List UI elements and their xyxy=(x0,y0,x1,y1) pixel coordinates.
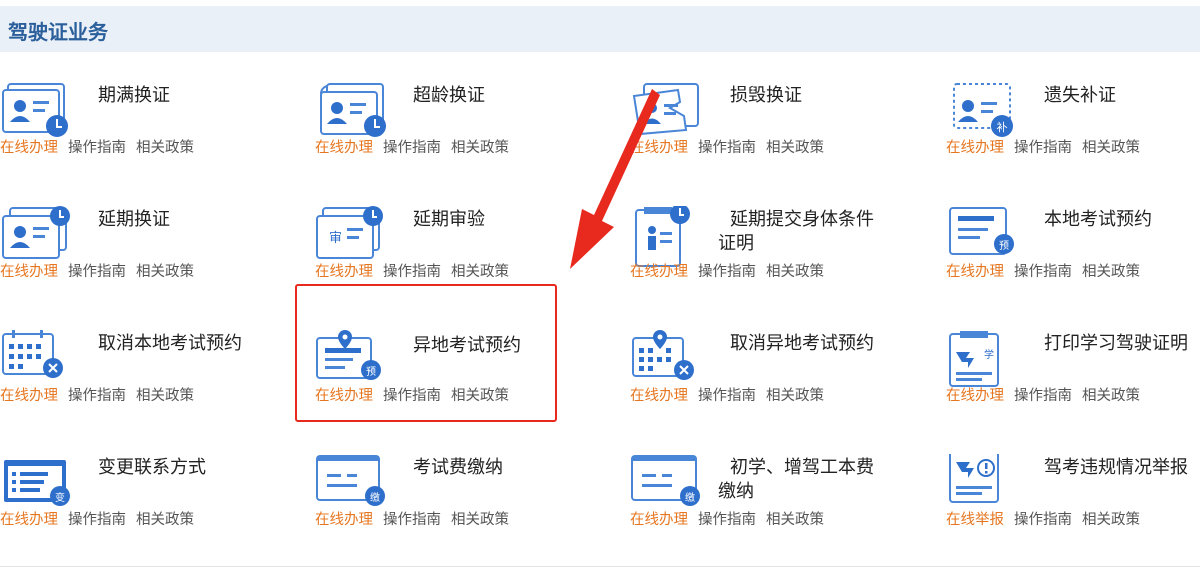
service-name-line1: 初学、增驾工本费 xyxy=(730,457,874,478)
guide-link[interactable]: 操作指南 xyxy=(383,508,441,529)
policy-link[interactable]: 相关政策 xyxy=(451,136,509,157)
service-name-line1: 延期提交身体条件 xyxy=(730,209,874,230)
service-name: 延期换证 xyxy=(98,209,170,230)
guide-link[interactable]: 操作指南 xyxy=(698,136,756,157)
policy-link[interactable]: 相关政策 xyxy=(1082,260,1140,281)
policy-link[interactable]: 相关政策 xyxy=(136,260,194,281)
service-name: 初学、增驾工本费 缴纳 xyxy=(718,456,918,504)
service-item-cancel-local-exam[interactable]: 取消本地考试预约 在线办理 操作指南 相关政策 xyxy=(0,328,300,438)
highlight-box xyxy=(295,284,557,422)
guide-link[interactable]: 操作指南 xyxy=(1014,384,1072,405)
service-name: 驾考违规情况举报 xyxy=(1044,457,1188,478)
svg-text:变: 变 xyxy=(55,491,65,504)
guide-link[interactable]: 操作指南 xyxy=(1014,508,1072,529)
policy-link[interactable]: 相关政策 xyxy=(1082,384,1140,405)
online-apply-link[interactable]: 在线办理 xyxy=(946,260,1004,281)
guide-link[interactable]: 操作指南 xyxy=(383,136,441,157)
online-report-link[interactable]: 在线举报 xyxy=(946,508,1004,529)
service-item-delay-renewal[interactable]: 延期换证 在线办理 操作指南 相关政策 xyxy=(0,204,300,314)
service-name: 取消异地考试预约 xyxy=(730,333,874,354)
service-name: 损毁换证 xyxy=(730,85,802,106)
service-item-exam-fee[interactable]: 缴 考试费缴纳 在线办理 操作指南 相关政策 xyxy=(315,452,615,562)
svg-text:补: 补 xyxy=(997,121,1008,134)
service-name: 变更联系方式 xyxy=(98,457,206,478)
guide-link[interactable]: 操作指南 xyxy=(68,260,126,281)
guide-link[interactable]: 操作指南 xyxy=(1014,136,1072,157)
policy-link[interactable]: 相关政策 xyxy=(136,508,194,529)
service-name: 本地考试预约 xyxy=(1044,209,1152,230)
service-name: 期满换证 xyxy=(98,85,170,106)
online-apply-link[interactable]: 在线办理 xyxy=(315,136,373,157)
policy-link[interactable]: 相关政策 xyxy=(766,384,824,405)
policy-link[interactable]: 相关政策 xyxy=(766,136,824,157)
policy-link[interactable]: 相关政策 xyxy=(766,260,824,281)
service-item-print-learner-cert[interactable]: 学 打印学习驾驶证明 在线办理 操作指南 相关政策 xyxy=(946,328,1200,438)
online-apply-link[interactable]: 在线办理 xyxy=(946,384,1004,405)
online-apply-link[interactable]: 在线办理 xyxy=(0,384,58,405)
guide-link[interactable]: 操作指南 xyxy=(68,384,126,405)
svg-text:学: 学 xyxy=(984,348,994,361)
online-apply-link[interactable]: 在线办理 xyxy=(0,508,58,529)
service-name-line2: 证明 xyxy=(718,233,754,254)
svg-text:预: 预 xyxy=(999,240,1009,252)
online-apply-link[interactable]: 在线办理 xyxy=(0,136,58,157)
policy-link[interactable]: 相关政策 xyxy=(136,384,194,405)
svg-text:缴: 缴 xyxy=(370,491,380,504)
policy-link[interactable]: 相关政策 xyxy=(766,508,824,529)
guide-link[interactable]: 操作指南 xyxy=(698,508,756,529)
policy-link[interactable]: 相关政策 xyxy=(136,136,194,157)
policy-link[interactable]: 相关政策 xyxy=(451,508,509,529)
guide-link[interactable]: 操作指南 xyxy=(383,260,441,281)
guide-link[interactable]: 操作指南 xyxy=(1014,260,1072,281)
svg-text:审: 审 xyxy=(329,231,342,246)
online-apply-link[interactable]: 在线办理 xyxy=(315,508,373,529)
guide-link[interactable]: 操作指南 xyxy=(68,508,126,529)
svg-text:缴: 缴 xyxy=(685,491,695,504)
online-apply-link[interactable]: 在线办理 xyxy=(315,260,373,281)
service-item-local-exam-booking[interactable]: 预 本地考试预约 在线办理 操作指南 相关政策 xyxy=(946,204,1200,314)
service-name: 打印学习驾驶证明 xyxy=(1044,333,1188,354)
service-name: 延期审验 xyxy=(413,209,485,230)
policy-link[interactable]: 相关政策 xyxy=(1082,136,1140,157)
divider xyxy=(0,566,1200,567)
policy-link[interactable]: 相关政策 xyxy=(451,260,509,281)
service-item-change-contact[interactable]: 变 变更联系方式 在线办理 操作指南 相关政策 xyxy=(0,452,300,562)
service-item-expiry-renewal[interactable]: 期满换证 在线办理 操作指南 相关政策 xyxy=(0,80,300,190)
service-name: 延期提交身体条件 证明 xyxy=(718,208,918,256)
online-apply-link[interactable]: 在线办理 xyxy=(630,508,688,529)
guide-link[interactable]: 操作指南 xyxy=(68,136,126,157)
section-header: 驾驶证业务 xyxy=(0,6,1200,52)
service-name: 遗失补证 xyxy=(1044,85,1116,106)
policy-link[interactable]: 相关政策 xyxy=(1082,508,1140,529)
section-title: 驾驶证业务 xyxy=(8,20,108,44)
service-name-line2: 缴纳 xyxy=(718,481,754,502)
red-arrow-annotation xyxy=(570,89,660,269)
online-apply-link[interactable]: 在线办理 xyxy=(630,384,688,405)
service-name: 超龄换证 xyxy=(413,85,485,106)
service-item-learner-fee[interactable]: 缴 初学、增驾工本费 缴纳 在线办理 操作指南 相关政策 xyxy=(630,452,930,562)
guide-link[interactable]: 操作指南 xyxy=(698,260,756,281)
service-name: 取消本地考试预约 xyxy=(98,333,242,354)
service-item-violation-report[interactable]: 驾考违规情况举报 在线举报 操作指南 相关政策 xyxy=(946,452,1200,562)
service-item-lost-replacement[interactable]: 补 遗失补证 在线办理 操作指南 相关政策 xyxy=(946,80,1200,190)
online-apply-link[interactable]: 在线办理 xyxy=(0,260,58,281)
online-apply-link[interactable]: 在线办理 xyxy=(946,136,1004,157)
service-item-cancel-remote-exam[interactable]: 取消异地考试预约 在线办理 操作指南 相关政策 xyxy=(630,328,930,438)
service-name: 考试费缴纳 xyxy=(413,457,503,478)
guide-link[interactable]: 操作指南 xyxy=(698,384,756,405)
